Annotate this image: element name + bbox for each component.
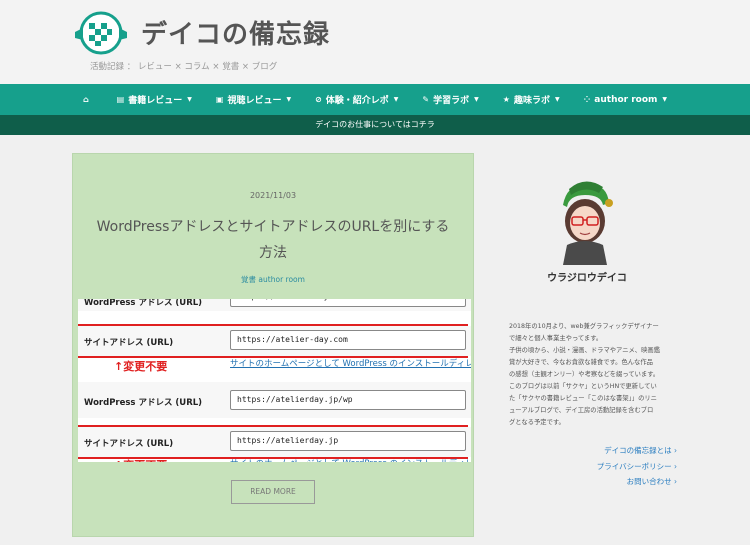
chevron-down-icon: ▼ [393, 96, 399, 103]
chevron-down-icon: ▼ [474, 96, 479, 103]
film-icon: ▣ [215, 95, 224, 104]
sidebar-profile: ウラジロウデイコ 2018年の10月より、web兼グラフィックデザイナー で細々… [497, 153, 677, 498]
settings-row: サイトアドレス (URL) https://atelierday.jp [78, 427, 471, 457]
site-tagline: 活動記録 ： レビュー × コラム × 覚書 × ブログ [90, 62, 278, 72]
pencil-icon: ✎ [422, 95, 430, 104]
site-url-field: https://atelier-day.com [230, 330, 466, 350]
settings-row: WordPress アドレス (URL) https://atelierday.… [78, 382, 471, 418]
nav-author-room[interactable]: ⁘ author room ▼ [572, 95, 679, 105]
post-header: 2021/11/03 WordPressアドレスとサイトアドレスのURLを別にす… [73, 154, 473, 304]
profile-name: ウラジロウデイコ [547, 273, 627, 284]
bio-line: 2018年の10月より、web兼グラフィックデザイナー [509, 323, 659, 330]
wordpress-url-field: https://atelier-day.com [230, 299, 466, 307]
book-icon: ▤ [116, 95, 125, 104]
chevron-down-icon: ▼ [286, 96, 292, 103]
chevron-down-icon: ▼ [187, 96, 192, 103]
annotation-note: ↑変更不要 [114, 457, 167, 462]
star-icon: ★ [502, 95, 510, 104]
nav-hobby-lab[interactable]: ★ 趣味ラボ ▼ [491, 93, 572, 106]
privacy-policy-link[interactable]: プライバシーポリシー › [597, 461, 677, 472]
nav-study-lab[interactable]: ✎ 学習ラボ ▼ [410, 93, 490, 106]
post-date: 2021/11/03 [249, 191, 297, 200]
bio-line: グとなる予定です。 [509, 419, 565, 426]
avatar [563, 181, 613, 265]
about-blog-link[interactable]: デイコの備忘録とは › [604, 445, 677, 456]
home-icon: ⌂ [82, 95, 89, 104]
row-label: サイトアドレス (URL) [84, 439, 174, 449]
wordpress-url-field: https://atelierday.jp/wp [230, 390, 466, 410]
nav-experience-report[interactable]: ⊘ 体験・紹介レポ ▼ [303, 93, 410, 106]
logo-icon[interactable] [73, 10, 129, 56]
nav-label: 書籍レビュー [128, 96, 183, 106]
site-header: デイコの備忘録 活動記録 ： レビュー × コラム × 覚書 × ブログ [0, 0, 750, 84]
row-label: WordPress アドレス (URL) [84, 398, 203, 408]
nav-watch-review[interactable]: ▣ 視聴レビュー ▼ [204, 93, 303, 106]
nav-label: author room [594, 94, 658, 105]
compass-icon: ⊘ [315, 95, 322, 104]
bio-line: 子供の頃から、小説・漫画、ドラマやアニメ、映画鑑 [509, 347, 660, 354]
bio-line: た「サクヤの書籍レビュー「このはな書架」」のリニ [509, 395, 657, 402]
contact-link[interactable]: お問い合わせ › [627, 476, 677, 487]
help-text: サイトのホームページとして WordPress のインストールディレクトリとは [230, 359, 471, 369]
site-title[interactable]: デイコの備忘録 [141, 14, 330, 51]
nav-label: 趣味ラボ [513, 96, 550, 106]
nav-label: 視聴レビュー [227, 96, 282, 106]
nav-book-review[interactable]: ▤ 書籍レビュー ▼ [105, 93, 204, 106]
help-text: サイトのホームページとして WordPress のインストールディレクトリとは [230, 457, 471, 462]
main-nav: ⌂ ▤ 書籍レビュー ▼ ▣ 視聴レビュー ▼ ⊘ 体験・紹介レポ ▼ ✎ 学習… [0, 84, 750, 115]
post-title[interactable]: WordPressアドレスとサイトアドレスのURLを別にする方法 [93, 214, 453, 266]
nav-label: 学習ラボ [433, 96, 470, 106]
read-more-button[interactable]: READ MORE [231, 480, 315, 504]
row-label: サイトアドレス (URL) [84, 338, 174, 348]
settings-row: サイトアドレス (URL) https://atelier-day.com [78, 326, 471, 356]
chevron-down-icon: ▼ [554, 96, 560, 103]
row-label: WordPress アドレス (URL) [84, 299, 203, 308]
bio-line: このブログは以前「サクヤ」というHNで更新してい [509, 383, 657, 390]
post-card[interactable]: 2021/11/03 WordPressアドレスとサイトアドレスのURLを別にす… [72, 153, 474, 537]
bio-line: 賞が大好きで、今なお貪欲な雑食です。色んな作品 [509, 359, 653, 366]
settings-row: WordPress アドレス (URL) https://atelier-day… [78, 299, 471, 311]
bio-line: の感想（主観オンリー）や考察などを綴っています。 [509, 371, 660, 378]
post-thumbnail: WordPress アドレス (URL) https://atelier-day… [78, 299, 471, 462]
nav-home[interactable]: ⌂ [71, 95, 105, 104]
spinner-icon: ⁘ [583, 95, 591, 104]
bio-line: ューアルブログで、デイ工房の活動記録を含むブロ [509, 407, 654, 414]
work-info-link[interactable]: デイコのお仕事についてはコチラ [0, 115, 750, 135]
nav-label: 体験・紹介レポ [325, 96, 389, 106]
site-url-field: https://atelierday.jp [230, 431, 466, 451]
annotation-note: ↑変更不要 [114, 360, 168, 373]
post-category[interactable]: 覚書 author room [73, 274, 473, 285]
profile-bio: 2018年の10月より、web兼グラフィックデザイナー で細々と個人事業主やって… [509, 321, 674, 429]
chevron-down-icon: ▼ [662, 96, 668, 103]
bio-line: で細々と個人事業主やってます。 [509, 335, 603, 342]
